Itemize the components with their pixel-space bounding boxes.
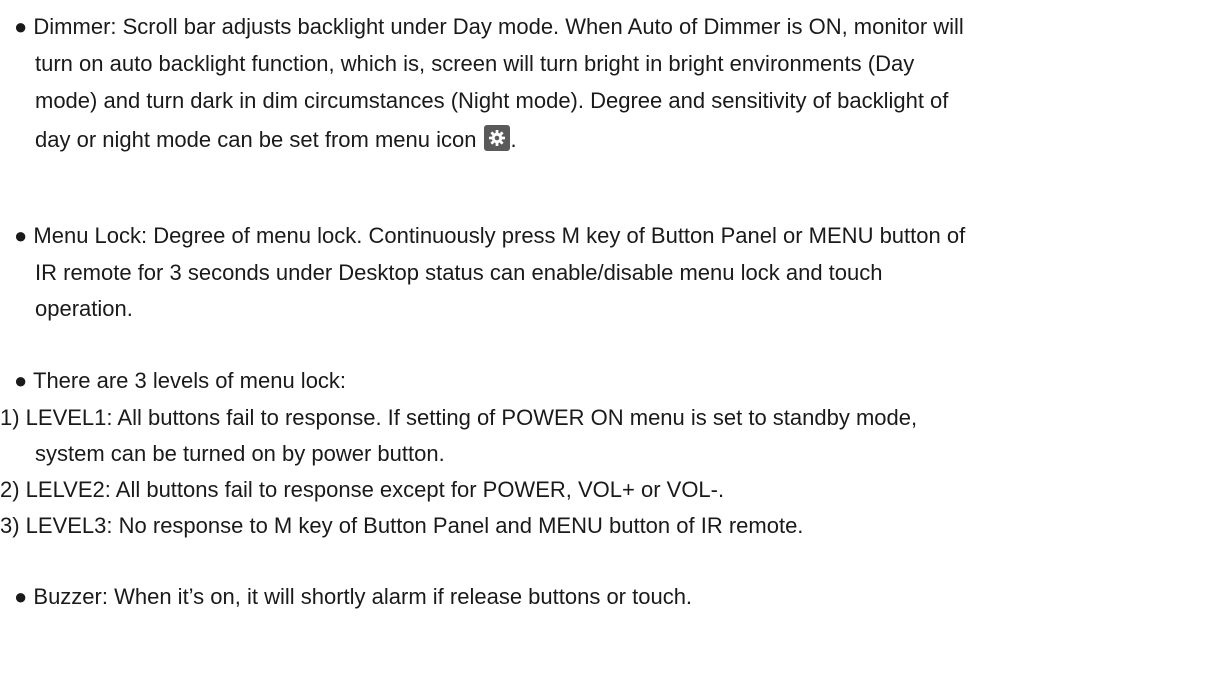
dimmer-line-4-text: day or night mode can be set from menu i… bbox=[35, 127, 477, 152]
level3-line: 3) LEVEL3: No response to M key of Butto… bbox=[0, 513, 804, 538]
dimmer-line-4: day or night mode can be set from menu i… bbox=[35, 125, 517, 152]
buzzer-line-1: ● Buzzer: When it’s on, it will shortly … bbox=[14, 584, 693, 609]
level2-line: 2) LELVE2: All buttons fail to response … bbox=[0, 477, 725, 502]
dimmer-line-4-end: . bbox=[510, 127, 517, 152]
dimmer-line-1: ● Dimmer: Scroll bar adjusts backlight u… bbox=[14, 14, 964, 39]
gear-icon bbox=[484, 125, 511, 151]
level1-line-2: system can be turned on by power button. bbox=[35, 441, 445, 466]
dimmer-line-3: mode) and turn dark in dim circumstances… bbox=[35, 88, 949, 113]
level1-line-1: 1) LEVEL1: All buttons fail to response.… bbox=[0, 405, 918, 430]
menu-lock-line-2: IR remote for 3 seconds under Desktop st… bbox=[35, 260, 883, 285]
document-page: ● Dimmer: Scroll bar adjusts backlight u… bbox=[0, 0, 1229, 675]
levels-intro: ● There are 3 levels of menu lock: bbox=[14, 368, 347, 393]
menu-lock-line-1: ● Menu Lock: Degree of menu lock. Contin… bbox=[14, 223, 966, 248]
dimmer-line-2: turn on auto backlight function, which i… bbox=[35, 51, 915, 76]
menu-lock-line-3: operation. bbox=[35, 296, 133, 321]
